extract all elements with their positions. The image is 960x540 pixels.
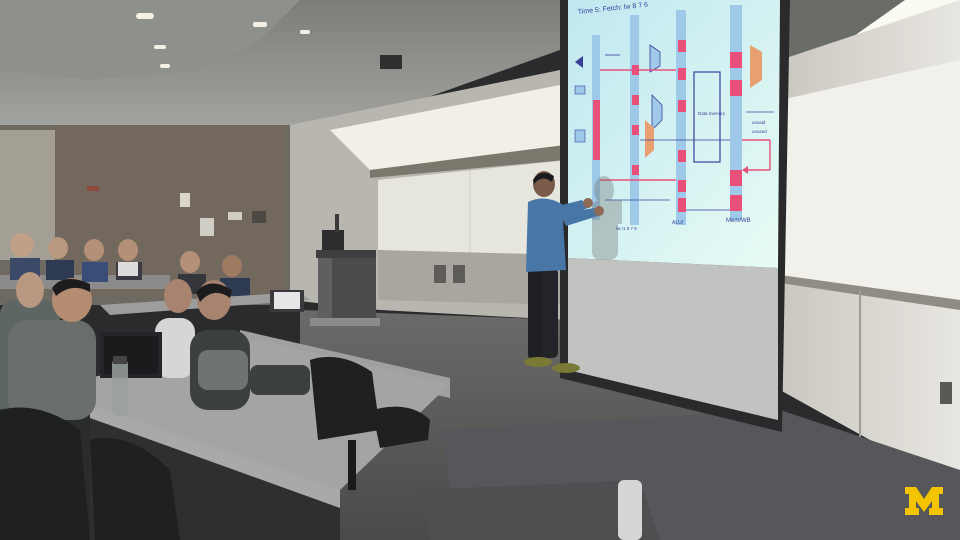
slide-side-label-top: unsaid (752, 120, 766, 125)
slide-stage-label: Mem/WB (726, 218, 751, 224)
lecture-hall-photo: Time 5: Fetch: lw 8 7 6 Data memory Mem/… (0, 0, 960, 540)
slide-side-label-bottom: unused (752, 129, 767, 134)
right-wall (780, 0, 960, 490)
slide-bottom-label-mid: lw r1 8 7 6 (616, 226, 637, 231)
slide-box-label: Data memory (698, 111, 726, 116)
university-block-m-icon (905, 487, 943, 515)
university-logo (904, 486, 944, 516)
scene-illustration: Time 5: Fetch: lw 8 7 6 Data memory Mem/… (0, 0, 960, 540)
slide-bottom-label-left: ALU/ (672, 220, 684, 226)
